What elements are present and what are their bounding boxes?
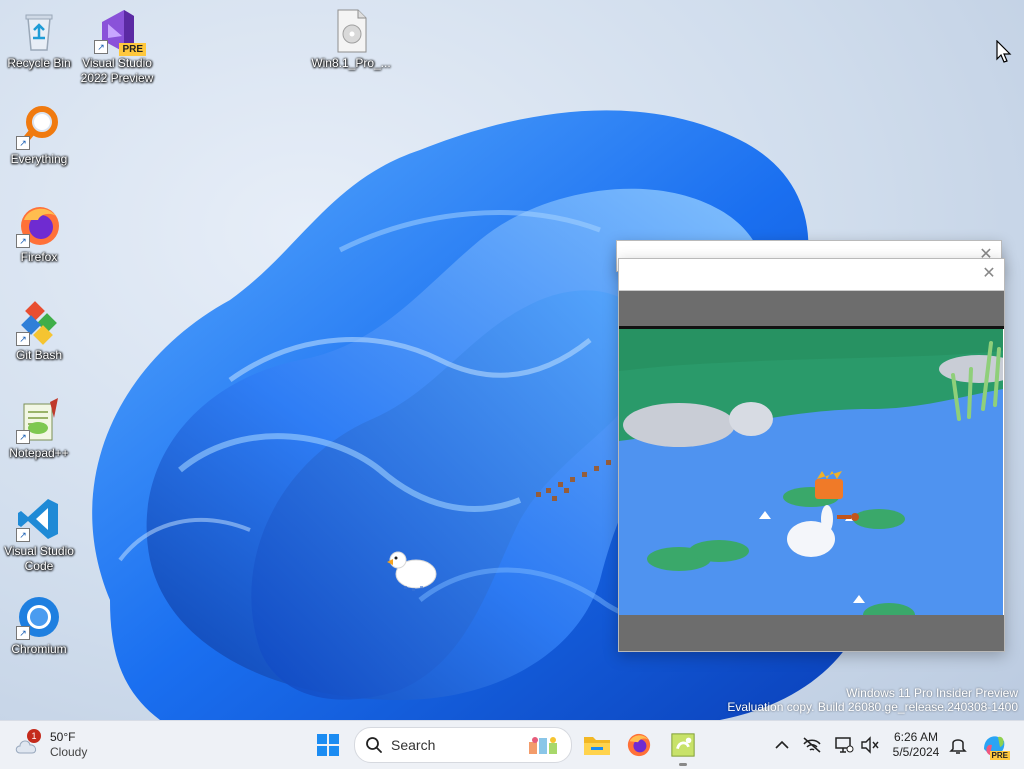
firefox-taskbar-icon[interactable]	[623, 729, 655, 761]
desktop-icon-notepad-plus-plus[interactable]: ↗ Notepad++	[0, 398, 78, 461]
search-highlight-icon	[529, 737, 557, 754]
cloud-icon: 1	[14, 729, 41, 755]
shortcut-arrow-icon: ↗	[16, 332, 30, 346]
visual-studio-icon: ↗ PRE	[94, 8, 146, 56]
search-placeholder: Search	[391, 737, 436, 753]
desktop-icon-git-bash[interactable]: ↗ Git Bash	[0, 300, 78, 363]
search-icon	[365, 736, 383, 754]
desktop-icon-firefox[interactable]: ↗ Firefox	[0, 202, 78, 265]
game-viewport[interactable]	[619, 329, 1004, 615]
clock[interactable]: 6:26 AM 5/5/2024	[884, 729, 948, 761]
recycle-bin-icon	[16, 8, 62, 54]
bell-icon[interactable]	[946, 733, 970, 757]
mouse-cursor-icon	[996, 40, 1012, 63]
window-titlebar[interactable]: ✕	[619, 259, 1004, 291]
weather-temp: 50°F	[50, 730, 76, 744]
copilot-pre-badge: PRE	[989, 751, 1010, 760]
shortcut-arrow-icon: ↗	[16, 528, 30, 542]
taskbar: 1 50°F Cloudy Search 6:26 AM 5/5/2024 PR…	[0, 720, 1024, 769]
shortcut-arrow-icon: ↗	[16, 430, 30, 444]
desktop-icon-vscode[interactable]: ↗ Visual Studio Code	[0, 496, 78, 574]
desktop-icon-visual-studio-2022-preview[interactable]: ↗ PRE Visual Studio 2022 Preview	[78, 8, 156, 86]
notepad-plus-icon: ↗	[16, 398, 62, 444]
clock-time: 6:26 AM	[893, 730, 939, 744]
sound-muted-icon[interactable]	[858, 733, 882, 757]
pond-scene	[619, 329, 1004, 615]
running-indicator	[679, 763, 687, 766]
goose-app-taskbar-icon[interactable]	[667, 729, 699, 766]
windows-start-icon[interactable]	[312, 729, 344, 761]
close-icon[interactable]: ✕	[980, 265, 998, 283]
display-icon[interactable]	[832, 733, 856, 757]
shortcut-arrow-icon: ↗	[16, 234, 30, 248]
letterbox-top	[619, 291, 1004, 329]
vscode-icon: ↗	[16, 496, 62, 542]
copilot-icon[interactable]: PRE	[980, 731, 1010, 760]
firefox-icon: ↗	[16, 202, 62, 248]
show-hidden-icons-chevron-icon[interactable]	[770, 733, 794, 757]
desktop-icon-chromium[interactable]: ↗ Chromium	[0, 594, 78, 657]
notification-badge: 1	[27, 729, 41, 743]
clock-date: 5/5/2024	[892, 745, 940, 759]
file-explorer-icon[interactable]	[581, 729, 613, 761]
pre-badge: PRE	[119, 43, 146, 56]
shortcut-arrow-icon: ↗	[16, 136, 30, 150]
goose-game-window[interactable]: ✕	[618, 258, 1005, 652]
everything-icon: ↗	[16, 104, 62, 150]
weather-condition: Cloudy	[50, 745, 88, 759]
weather-widget[interactable]: 1 50°F Cloudy	[14, 727, 124, 763]
watermark-line-1: Windows 11 Pro Insider Preview	[846, 686, 1018, 700]
desktop-icon-recycle-bin[interactable]: Recycle Bin	[0, 8, 78, 71]
desktop-goose-icon[interactable]	[384, 544, 440, 594]
watermark-line-2: Evaluation copy. Build 26080.ge_release.…	[727, 700, 1018, 714]
evaluation-watermark: Windows 11 Pro Insider Preview Evaluatio…	[727, 686, 1018, 714]
desktop-icon-win81-iso[interactable]: Win8.1_Pro_...	[311, 8, 391, 71]
chromium-icon: ↗	[16, 594, 62, 640]
network-icon[interactable]	[800, 733, 824, 757]
letterbox-bottom	[619, 615, 1004, 651]
shortcut-arrow-icon: ↗	[94, 40, 108, 54]
shortcut-arrow-icon: ↗	[16, 626, 30, 640]
disc-file-icon	[328, 8, 374, 54]
taskbar-search-box[interactable]: Search	[354, 727, 572, 763]
git-bash-icon: ↗	[16, 300, 62, 346]
desktop-icon-everything[interactable]: ↗ Everything	[0, 104, 78, 167]
